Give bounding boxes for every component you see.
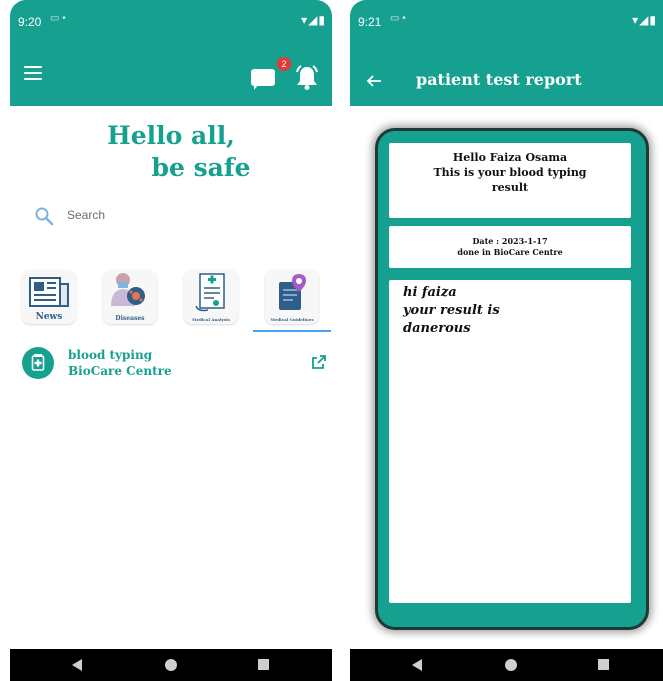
greeting-box: Hello Faiza Osama This is your blood typ… <box>389 143 631 218</box>
chat-icon[interactable] <box>251 66 277 90</box>
nav-recents-icon[interactable] <box>598 659 609 670</box>
message-line-1: hi faiza <box>403 285 457 300</box>
list-item-line-1: blood typing <box>68 348 153 362</box>
date-box: Date : 2023-1-17 done in BioCare Centre <box>389 226 631 268</box>
report-date: Date : 2023-1-17 <box>472 236 548 246</box>
nav-home-icon[interactable] <box>165 659 177 671</box>
medicine-icon <box>22 347 54 379</box>
app-bar: patient test report <box>350 44 663 106</box>
notification-status-icons: ▭ • <box>50 13 66 24</box>
open-external-icon[interactable] <box>311 354 327 370</box>
report-card: Hello Faiza Osama This is your blood typ… <box>375 128 649 630</box>
page-title: patient test report <box>416 70 582 89</box>
search-field[interactable]: Search <box>32 204 302 228</box>
greeting-line-2: be safe <box>151 153 251 182</box>
greeting-line-1: Hello all, <box>107 121 235 150</box>
nav-home-icon[interactable] <box>505 659 517 671</box>
result-text-line-2: result <box>491 181 529 194</box>
bell-icon[interactable] <box>293 64 321 92</box>
category-diseases[interactable]: Diseases <box>103 270 157 324</box>
list-item-title: blood typing BioCare Centre <box>68 347 172 379</box>
menu-icon[interactable] <box>24 66 42 80</box>
nav-back-icon[interactable] <box>72 659 82 671</box>
notification-status-icons: ▭ • <box>390 13 406 24</box>
category-news-label: News <box>35 312 63 322</box>
search-icon <box>35 207 54 226</box>
guidelines-pin-icon <box>279 274 306 310</box>
category-medical-guidelines-label: Medical Guidelines <box>270 317 314 322</box>
medical-report-icon <box>195 273 225 312</box>
notification-badge: 2 <box>277 57 291 71</box>
report-centre: done in BioCare Centre <box>457 247 563 257</box>
category-medical-guidelines[interactable]: Medical Guidelines <box>265 270 319 324</box>
selected-tab-indicator <box>253 330 331 332</box>
newspaper-icon <box>29 277 69 307</box>
message-line-3: danerous <box>403 321 471 336</box>
result-text-line-1: This is your blood typing <box>433 166 587 179</box>
nav-recents-icon[interactable] <box>258 659 269 670</box>
system-nav-bar <box>10 649 332 681</box>
message-box: hi faiza your result is danerous <box>389 280 631 603</box>
search-placeholder: Search <box>67 208 106 222</box>
system-status-icons: ▾◢▮ <box>632 13 657 27</box>
back-arrow-icon[interactable] <box>366 73 382 89</box>
message-line-2: your result is <box>403 303 500 318</box>
virus-doctor-icon <box>111 273 145 306</box>
status-time: 9:21 <box>358 15 382 29</box>
status-time: 9:20 <box>18 15 42 29</box>
category-diseases-label: Diseases <box>115 315 145 322</box>
nav-back-icon[interactable] <box>412 659 422 671</box>
category-news[interactable]: News <box>22 270 76 324</box>
system-nav-bar <box>350 649 663 681</box>
system-status-icons: ▾◢▮ <box>301 13 326 27</box>
greeting-heading: Hello all, be safe <box>10 120 332 184</box>
list-item-blood-typing[interactable]: blood typing BioCare Centre <box>22 345 326 385</box>
list-item-line-2: BioCare Centre <box>68 364 172 378</box>
patient-greeting: Hello Faiza Osama <box>452 151 568 164</box>
app-bar: 2 <box>10 44 332 106</box>
status-bar: 9:21 ▭ • ▾◢▮ <box>350 0 663 44</box>
category-medical-analysis[interactable]: Medical Analysis <box>184 270 238 324</box>
report-screen: 9:21 ▭ • ▾◢▮ patient test report Hello F… <box>350 0 663 681</box>
home-screen: 9:20 ▭ • ▾◢▮ 2 Hello all, be safe Search <box>10 0 332 681</box>
category-medical-analysis-label: Medical Analysis <box>192 317 230 322</box>
status-bar: 9:20 ▭ • ▾◢▮ <box>10 0 332 44</box>
